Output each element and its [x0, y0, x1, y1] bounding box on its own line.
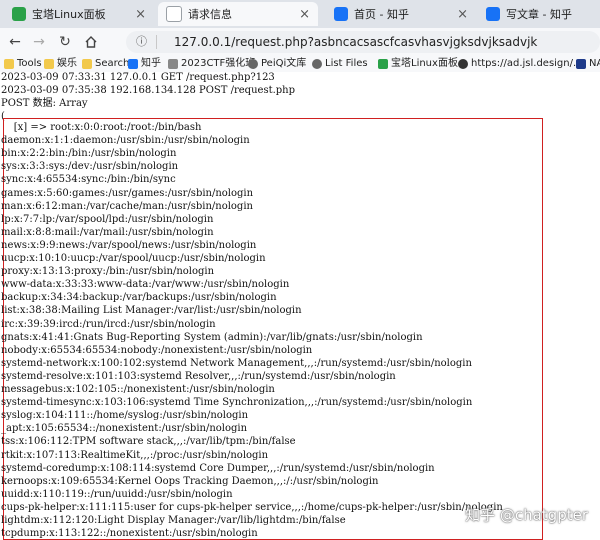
tab-bar: 宝塔Linux面板 × 请求信息 × 首页 - 知乎 × 写文章 - 知乎	[0, 0, 600, 28]
tab-label: 写文章 - 知乎	[506, 8, 572, 21]
passwd-line: proxy:x:13:13:proxy:/bin:/usr/sbin/nolog…	[1, 266, 215, 278]
passwd-line: backup:x:34:34:backup:/var/backups:/usr/…	[1, 292, 277, 304]
passwd-line: daemon:x:1:1:daemon:/usr/sbin:/usr/sbin/…	[1, 135, 250, 147]
close-icon[interactable]: ×	[457, 7, 468, 22]
bookmarks-bar: Tools 娱乐 Search 知乎 2023CTF强化班 PeiQi文库 Li…	[0, 56, 600, 73]
bookmark-tools[interactable]: Tools	[4, 57, 42, 71]
tab-label: 首页 - 知乎	[354, 8, 409, 21]
passwd-line: man:x:6:12:man:/var/cache/man:/usr/sbin/…	[1, 200, 253, 212]
bookmark-yule[interactable]: 娱乐	[44, 57, 77, 71]
passwd-line: uucp:x:10:10:uucp:/var/spool/uucp:/usr/s…	[1, 253, 266, 264]
passwd-line: systemd-network:x:100:102:systemd Networ…	[1, 357, 472, 369]
baota-icon	[12, 7, 26, 21]
passwd-line: systemd-resolve:x:101:103:systemd Resolv…	[1, 370, 396, 382]
passwd-line: news:x:9:9:news:/var/spool/news:/usr/sbi…	[1, 239, 257, 251]
log-line: 2023-03-09 07:33:31 127.0.0.1 GET /reque…	[1, 72, 275, 83]
bookmark-label: Search	[95, 58, 130, 69]
globe-icon	[458, 59, 468, 69]
log-line: 2023-03-09 07:35:38 192.168.134.128 POST…	[1, 85, 296, 96]
passwd-line: sys:x:3:3:sys:/dev:/usr/sbin/nologin	[1, 161, 179, 173]
passwd-line: games:x:5:60:games:/usr/games:/usr/sbin/…	[1, 187, 254, 199]
passwd-line: irc:x:39:39:ircd:/run/ircd:/usr/sbin/nol…	[1, 318, 216, 330]
passwd-line: messagebus:x:102:105::/nonexistent:/usr/…	[1, 384, 275, 395]
back-icon[interactable]: ←	[6, 33, 24, 51]
nav-bar: ← → ↻ ⓘ 127.0.0.1/request.php?asbncacsas…	[0, 28, 600, 56]
close-icon[interactable]: ×	[135, 7, 146, 22]
passwd-line: bin:x:2:2:bin:/bin:/usr/sbin/nologin	[1, 148, 177, 160]
bookmark-label: NA	[589, 58, 600, 69]
folder-icon	[82, 59, 92, 69]
tab-request-info[interactable]: 请求信息 ×	[158, 2, 318, 26]
bookmark-icon	[576, 59, 586, 69]
bookmark-search[interactable]: Search	[82, 57, 129, 71]
bookmark-label: List Files	[325, 58, 368, 69]
tab-label: 宝塔Linux面板	[32, 8, 106, 21]
tab-zhihu-write[interactable]: 写文章 - 知乎	[478, 2, 600, 26]
tab-zhihu-home[interactable]: 首页 - 知乎 ×	[326, 2, 476, 26]
globe-icon	[312, 59, 322, 69]
tab-label: 请求信息	[188, 8, 232, 21]
page-icon	[166, 6, 182, 22]
passwd-line: _apt:x:105:65534::/nonexistent:/usr/sbin…	[1, 423, 248, 435]
passwd-line: list:x:38:38:Mailing List Manager:/var/l…	[1, 305, 302, 317]
zhihu-icon	[334, 7, 348, 21]
folder-icon	[44, 59, 54, 69]
passwd-line: [x] => root:x:0:0:root:/root:/bin/bash	[1, 122, 202, 133]
watermark: 知乎 @chatgpter	[465, 506, 588, 524]
globe-icon	[248, 59, 258, 69]
bookmark-baota[interactable]: 宝塔Linux面板	[378, 57, 458, 71]
passwd-line: www-data:x:33:33:www-data:/var/www:/usr/…	[1, 279, 290, 291]
folder-icon	[4, 59, 14, 69]
bookmark-label: https://ad.jsl.design/...	[471, 58, 583, 69]
passwd-line: lp:x:7:7:lp:/var/spool/lpd:/usr/sbin/nol…	[1, 213, 214, 225]
zhihu-icon	[128, 59, 138, 69]
bookmark-icon	[168, 59, 178, 69]
log-line: POST 数据: Array	[1, 98, 88, 109]
bookmark-label: PeiQi文库	[261, 58, 307, 69]
bookmark-list-files[interactable]: List Files	[312, 57, 368, 71]
passwd-line: cups-pk-helper:x:111:115:user for cups-p…	[1, 501, 503, 513]
passwd-line: lightdm:x:112:120:Light Display Manager:…	[1, 515, 346, 526]
passwd-line: systemd-timesync:x:103:106:systemd Time …	[1, 397, 473, 409]
passwd-line: sync:x:4:65534:sync:/bin:/bin/sync	[1, 174, 176, 186]
passwd-line: tss:x:106:112:TPM software stack,,,:/var…	[1, 436, 296, 448]
bookmark-label: 2023CTF强化班	[181, 58, 256, 69]
passwd-line: tcpdump:x:113:122::/nonexistent:/usr/sbi…	[1, 528, 258, 540]
bookmark-zhihu[interactable]: 知乎	[128, 57, 161, 71]
bookmark-jsl[interactable]: https://ad.jsl.design/...	[458, 57, 583, 71]
forward-icon[interactable]: →	[30, 33, 48, 51]
passwd-line: uuidd:x:110:119::/run/uuidd:/usr/sbin/no…	[1, 488, 233, 500]
bookmark-ctf[interactable]: 2023CTF强化班	[168, 57, 255, 71]
bookmark-label: 娱乐	[57, 58, 77, 69]
divider	[156, 35, 157, 49]
home-icon[interactable]	[82, 33, 100, 51]
zhihu-icon	[486, 7, 500, 21]
page-content: 2023-03-09 07:33:31 127.0.0.1 GET /reque…	[0, 72, 600, 540]
passwd-line: gnats:x:41:41:Gnats Bug-Reporting System…	[1, 331, 423, 343]
reload-icon[interactable]: ↻	[56, 33, 74, 51]
passwd-line: nobody:x:65534:65534:nobody:/nonexistent…	[1, 344, 313, 356]
passwd-line: rtkit:x:107:113:RealtimeKit,,,:/proc:/us…	[1, 449, 269, 461]
passwd-line: mail:x:8:8:mail:/var/mail:/usr/sbin/nolo…	[1, 226, 214, 238]
close-icon[interactable]: ×	[299, 7, 310, 22]
tab-baota[interactable]: 宝塔Linux面板 ×	[4, 2, 154, 26]
bookmark-label: 宝塔Linux面板	[391, 58, 458, 69]
bookmark-na[interactable]: NA	[576, 57, 600, 71]
bookmark-peiqi[interactable]: PeiQi文库	[248, 57, 306, 71]
bookmark-label: 知乎	[141, 58, 161, 69]
baota-icon	[378, 59, 388, 69]
passwd-line: kernoops:x:109:65534:Kernel Oops Trackin…	[1, 475, 379, 487]
passwd-line: syslog:x:104:111::/home/syslog:/usr/sbin…	[1, 410, 249, 422]
address-bar[interactable]: ⓘ 127.0.0.1/request.php?asbncacsascfcasv…	[126, 31, 600, 53]
url-text: 127.0.0.1/request.php?asbncacsascfcasvha…	[174, 35, 538, 49]
passwd-line: systemd-coredump:x:108:114:systemd Core …	[1, 462, 435, 474]
site-info-icon[interactable]: ⓘ	[136, 31, 147, 53]
bookmark-label: Tools	[17, 58, 42, 69]
